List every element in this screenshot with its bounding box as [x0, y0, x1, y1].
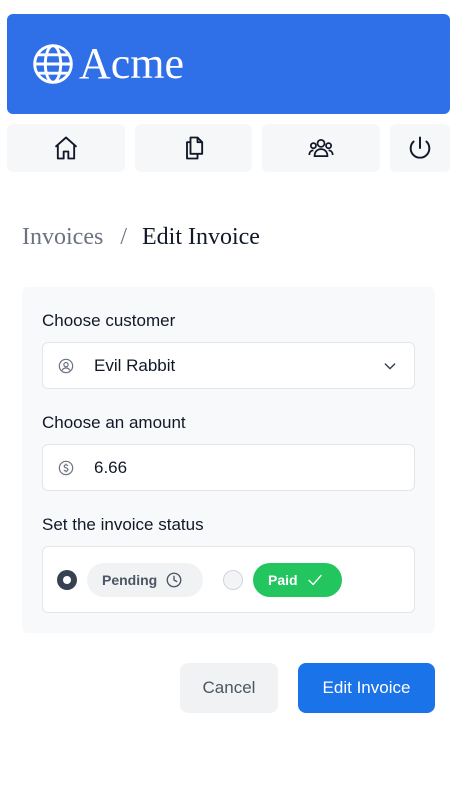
customer-label: Choose customer: [42, 311, 176, 330]
edit-invoice-button[interactable]: Edit Invoice: [298, 663, 435, 713]
nav-signout-button[interactable]: [390, 124, 450, 172]
status-radio-group: Pending Paid: [42, 546, 415, 613]
dollar-circle-icon: [57, 459, 75, 477]
invoice-form-card: Choose customer Evil Rabbit Choose an am…: [22, 287, 435, 633]
status-paid-radio[interactable]: [223, 570, 243, 590]
customer-select-value: Evil Rabbit: [94, 355, 176, 375]
power-icon: [409, 136, 431, 159]
breadcrumb-current: Edit Invoice: [141, 224, 260, 250]
amount-label: Choose an amount: [42, 413, 186, 432]
globe-icon: [33, 44, 73, 84]
status-label: Set the invoice status: [42, 515, 204, 534]
status-paid-option[interactable]: Paid: [253, 563, 342, 597]
brand-name: Acme: [79, 39, 185, 88]
status-paid-label: Paid: [268, 572, 298, 588]
customer-select[interactable]: Evil Rabbit: [42, 342, 415, 389]
status-pending-label: Pending: [102, 572, 158, 588]
nav-home-button[interactable]: [7, 124, 125, 172]
status-pending-option[interactable]: Pending: [87, 563, 203, 597]
documents-icon: [185, 136, 203, 160]
edit-invoice-page: Acme Invoices / Edit Invoice Choose cust…: [0, 0, 459, 810]
amount-input[interactable]: 6.66: [42, 444, 415, 491]
status-pending-radio[interactable]: [57, 570, 77, 590]
user-circle-icon: [57, 357, 75, 375]
chevron-down-icon: [384, 362, 396, 369]
clock-icon: [166, 572, 182, 588]
home-icon: [54, 136, 78, 160]
cancel-button[interactable]: Cancel: [180, 663, 278, 713]
nav-invoices-button[interactable]: [135, 124, 252, 172]
users-icon: [308, 138, 334, 158]
brand-header[interactable]: Acme: [7, 14, 450, 114]
nav-customers-button[interactable]: [262, 124, 380, 172]
breadcrumb-invoices-link[interactable]: Invoices: [22, 224, 103, 251]
breadcrumb: Invoices / Edit Invoice: [22, 224, 260, 251]
amount-input-value: 6.66: [94, 457, 128, 477]
breadcrumb-separator: /: [120, 224, 127, 250]
check-icon: [307, 574, 322, 586]
